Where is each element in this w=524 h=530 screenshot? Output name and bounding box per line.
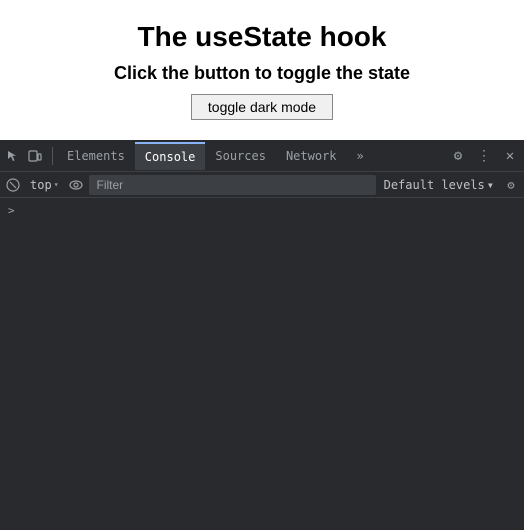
- device-toggle-icon[interactable]: [26, 147, 44, 165]
- log-levels-arrow: ▾: [487, 178, 494, 192]
- devtools-tab-list: Elements Console Sources Network »: [57, 142, 448, 170]
- console-chevron-icon: >: [8, 204, 15, 217]
- console-filter-input[interactable]: [89, 175, 376, 195]
- console-settings-icon[interactable]: ⚙: [502, 176, 520, 194]
- devtools-tab-bar: Elements Console Sources Network » ⚙ ⋮ ✕: [0, 140, 524, 172]
- tab-more[interactable]: »: [347, 143, 374, 169]
- console-content: >: [0, 198, 524, 530]
- context-selector-arrow: ▾: [54, 180, 59, 189]
- devtools-settings-icon[interactable]: ⚙: [448, 146, 468, 166]
- devtools-close-icon[interactable]: ✕: [500, 146, 520, 166]
- browser-content: The useState hook Click the button to to…: [0, 0, 524, 140]
- log-levels-label: Default levels: [384, 178, 485, 192]
- cursor-icon[interactable]: [4, 147, 22, 165]
- devtools-icon-group: [4, 147, 53, 165]
- eye-icon[interactable]: [67, 176, 85, 194]
- console-toolbar: top ▾ Default levels ▾ ⚙: [0, 172, 524, 198]
- page-subtitle: Click the button to toggle the state: [114, 63, 410, 84]
- context-selector-value: top: [30, 178, 52, 192]
- tab-sources[interactable]: Sources: [205, 143, 276, 169]
- page-title: The useState hook: [138, 21, 387, 53]
- tab-network[interactable]: Network: [276, 143, 347, 169]
- clear-console-icon[interactable]: [4, 176, 22, 194]
- tab-console[interactable]: Console: [135, 142, 206, 170]
- toggle-dark-mode-button[interactable]: toggle dark mode: [191, 94, 333, 120]
- devtools-panel: Elements Console Sources Network » ⚙ ⋮ ✕…: [0, 140, 524, 530]
- devtools-tab-actions: ⚙ ⋮ ✕: [448, 146, 520, 166]
- devtools-more-icon[interactable]: ⋮: [474, 146, 494, 166]
- context-selector[interactable]: top ▾: [26, 176, 63, 194]
- console-prompt-line: >: [8, 202, 516, 219]
- log-levels-selector[interactable]: Default levels ▾: [380, 176, 498, 194]
- tab-elements[interactable]: Elements: [57, 143, 135, 169]
